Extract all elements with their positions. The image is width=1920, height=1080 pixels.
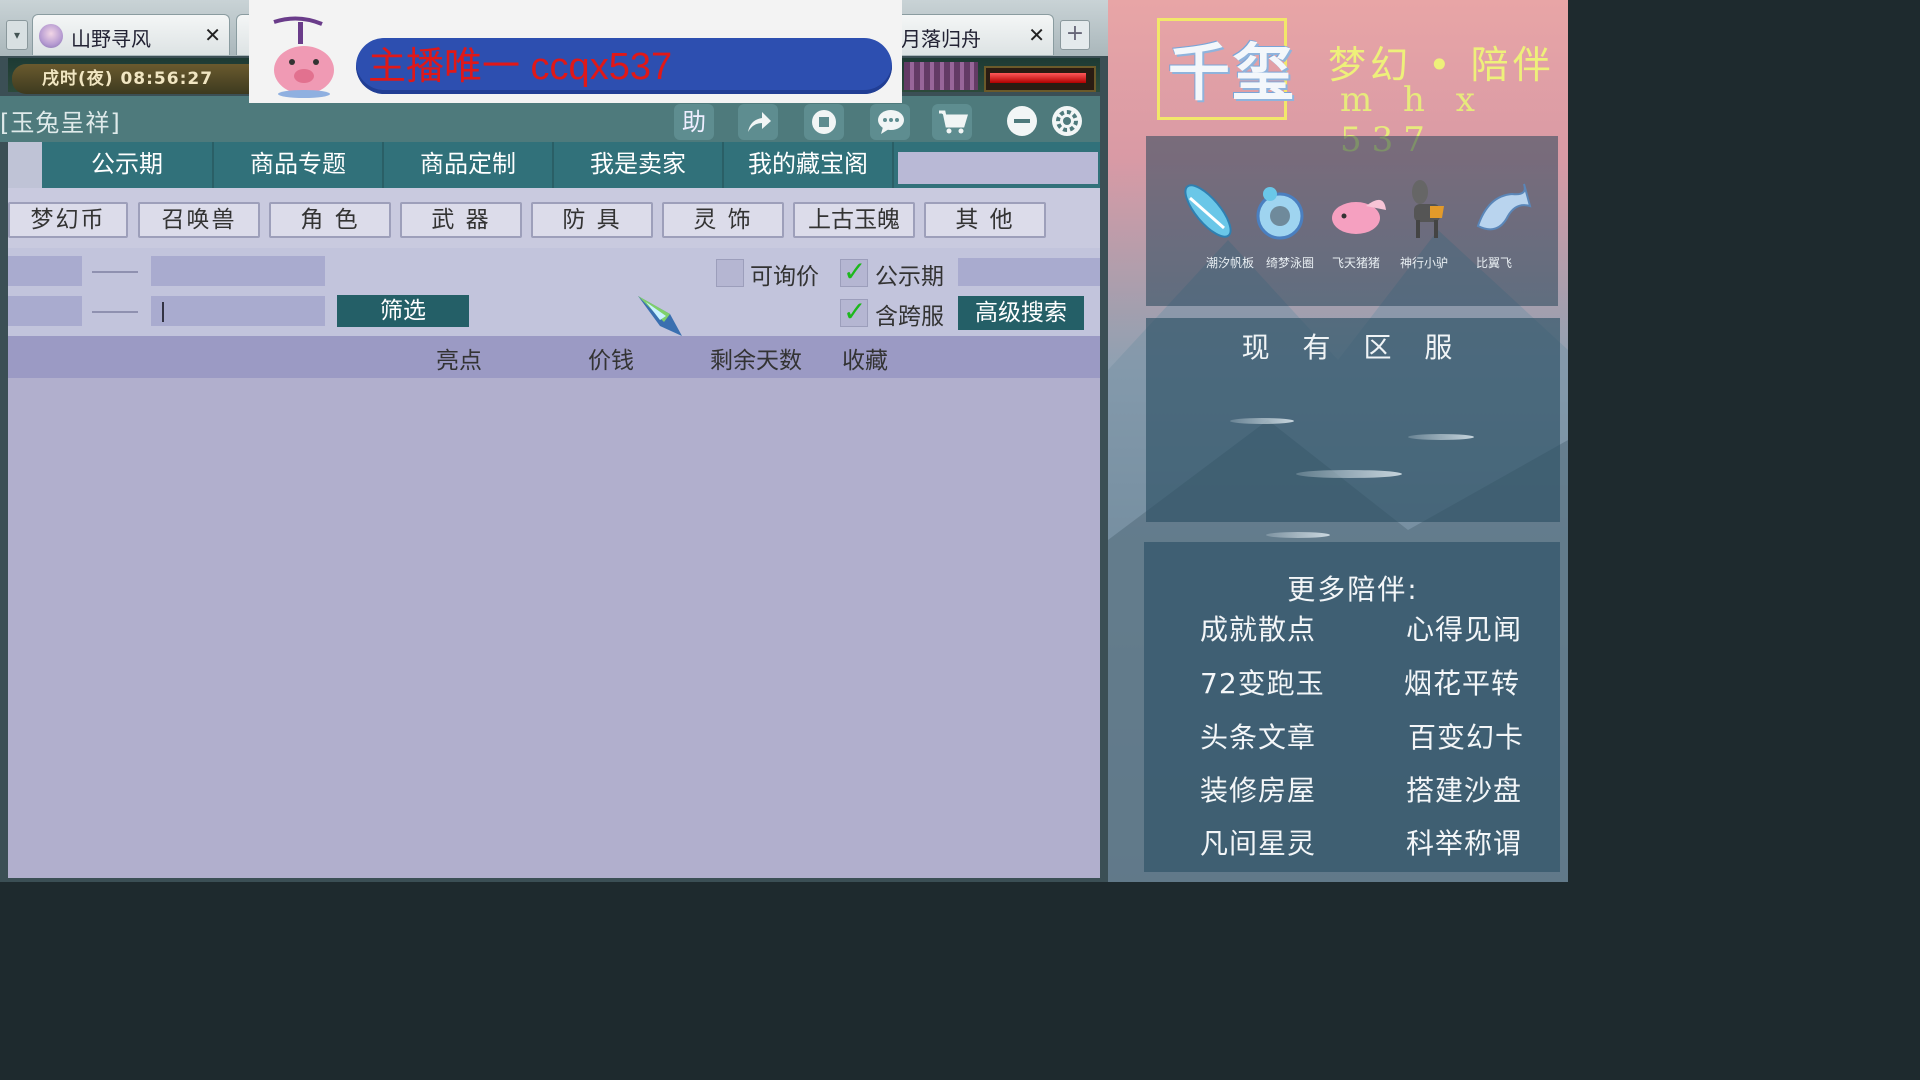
tab-label: 月落归舟: [901, 27, 981, 51]
check-icon: ✓: [843, 255, 867, 288]
castle-decoration-icon: [904, 62, 978, 90]
service-item: 百变幻卡: [1408, 721, 1525, 754]
service-item: 烟花平转: [1404, 667, 1521, 700]
gear-icon: [1056, 110, 1078, 132]
chat-icon: [878, 110, 904, 134]
publicity-label: 公示期: [875, 264, 944, 290]
category-other[interactable]: 其 他: [924, 202, 1046, 238]
health-bar: [984, 66, 1096, 92]
service-item: 凡间星灵: [1200, 827, 1317, 860]
service-item: 成就散点: [1200, 613, 1317, 646]
avatar: [39, 24, 63, 48]
flying-pig-icon: [1332, 199, 1386, 234]
tab-product-topics[interactable]: 商品专题: [214, 142, 384, 188]
category-game-currency[interactable]: 梦幻币: [8, 202, 128, 238]
fish-decoration: [1266, 532, 1330, 538]
game-time-display: 戌时(夜) 08:56:27: [12, 64, 250, 94]
swim-ring-icon: [1256, 187, 1304, 240]
fish-decoration: [1230, 418, 1294, 424]
minimize-button[interactable]: [1007, 106, 1037, 136]
client-tab-3[interactable]: 月落归舟 ✕: [880, 14, 1054, 55]
nav-tab-selected[interactable]: [8, 142, 42, 188]
tab-seller[interactable]: 我是卖家: [554, 142, 724, 188]
fish-decoration: [1408, 434, 1474, 440]
server-select-field[interactable]: [958, 258, 1100, 286]
record-icon: [812, 110, 836, 134]
winged-dragon-icon: [1476, 183, 1532, 231]
service-item: 72变跑玉: [1200, 667, 1325, 700]
window-title: [玉兔呈祥]: [0, 109, 121, 137]
surfboard-icon: [1184, 184, 1232, 238]
tab-my-treasure[interactable]: 我的藏宝阁: [724, 142, 894, 188]
cross-server-checkbox[interactable]: ✓: [840, 295, 868, 328]
publicity-checkbox[interactable]: ✓: [840, 255, 868, 288]
category-armor[interactable]: 防 具: [531, 202, 653, 238]
tab-publicity[interactable]: 公示期: [42, 142, 214, 188]
cross-server-label: 含跨服: [875, 304, 944, 330]
add-tab-button[interactable]: +: [1060, 20, 1090, 50]
window-border: [0, 878, 1108, 882]
overlay-text: 主播唯一 ccqx537: [368, 46, 673, 88]
column-days-left[interactable]: 剩余天数: [710, 341, 802, 375]
logo-text: 千玺: [1168, 36, 1297, 109]
servers-title: 现 有 区 服: [1241, 331, 1465, 364]
help-button[interactable]: 助: [674, 104, 714, 140]
service-item: 装修房屋: [1200, 774, 1317, 807]
tab-close-icon[interactable]: ✕: [1028, 23, 1045, 47]
filter-max-2-input[interactable]: [151, 296, 325, 326]
filter-button[interactable]: 筛选: [337, 295, 469, 327]
client-tab-1[interactable]: 山野寻风 ✕: [32, 14, 230, 55]
share-button[interactable]: [738, 104, 778, 140]
service-item: 头条文章: [1200, 721, 1317, 754]
donkey-icon: [1412, 180, 1444, 238]
inquiry-label: 可询价: [750, 264, 819, 290]
game-cursor-icon: [638, 296, 682, 336]
range-dash: [92, 271, 138, 273]
category-character[interactable]: 角 色: [269, 202, 391, 238]
pet-label: 神行小驴: [1399, 256, 1448, 270]
service-item: 搭建沙盘: [1406, 774, 1523, 807]
column-favorite[interactable]: 收藏: [842, 341, 888, 375]
minus-icon: [1014, 119, 1030, 123]
service-item: 心得见闻: [1406, 613, 1523, 646]
category-ancient-jade[interactable]: 上古玉魄: [793, 202, 915, 238]
check-icon: ✓: [843, 295, 867, 328]
range-dash: [92, 311, 138, 313]
category-summon-beast[interactable]: 召唤兽: [138, 202, 260, 238]
column-highlight[interactable]: 亮点: [436, 341, 482, 375]
fish-decoration: [1296, 470, 1402, 478]
filter-max-1-input[interactable]: [151, 256, 325, 286]
pet-label: 比翼飞: [1475, 256, 1512, 270]
service-item: 科举称谓: [1406, 827, 1523, 860]
advanced-search-button[interactable]: 高级搜索: [958, 296, 1084, 330]
category-weapon[interactable]: 武 器: [400, 202, 522, 238]
nav-search-field[interactable]: [898, 152, 1098, 184]
chat-button[interactable]: [870, 104, 910, 140]
text-caret: [162, 302, 164, 322]
more-title: 更多陪伴:: [1287, 573, 1419, 606]
cart-icon: [939, 110, 968, 134]
tab-label: 山野寻风: [71, 27, 151, 51]
inquiry-checkbox[interactable]: [716, 259, 744, 287]
table-header: [8, 336, 1100, 378]
tab-close-icon[interactable]: ✕: [204, 23, 221, 47]
tab-list-dropdown-icon[interactable]: ▾: [6, 20, 28, 50]
results-list: [8, 378, 1100, 878]
cart-button[interactable]: [932, 104, 972, 140]
filter-min-1-input[interactable]: [8, 256, 82, 286]
pig-mascot-icon: [273, 16, 334, 98]
filter-min-2-input[interactable]: [8, 296, 82, 326]
category-accessory[interactable]: 灵 饰: [662, 202, 784, 238]
game-window: ▾ 山野寻风 ✕ 月落归舟 ✕ + 戌时(夜) 08:56:27 [玉兔呈祥] …: [0, 0, 1108, 882]
column-price[interactable]: 价钱: [588, 341, 634, 375]
share-icon: [748, 112, 771, 132]
settings-button[interactable]: [1052, 106, 1082, 136]
tab-product-custom[interactable]: 商品定制: [384, 142, 554, 188]
health-bar-fill: [990, 73, 1086, 83]
record-button[interactable]: [804, 104, 844, 140]
